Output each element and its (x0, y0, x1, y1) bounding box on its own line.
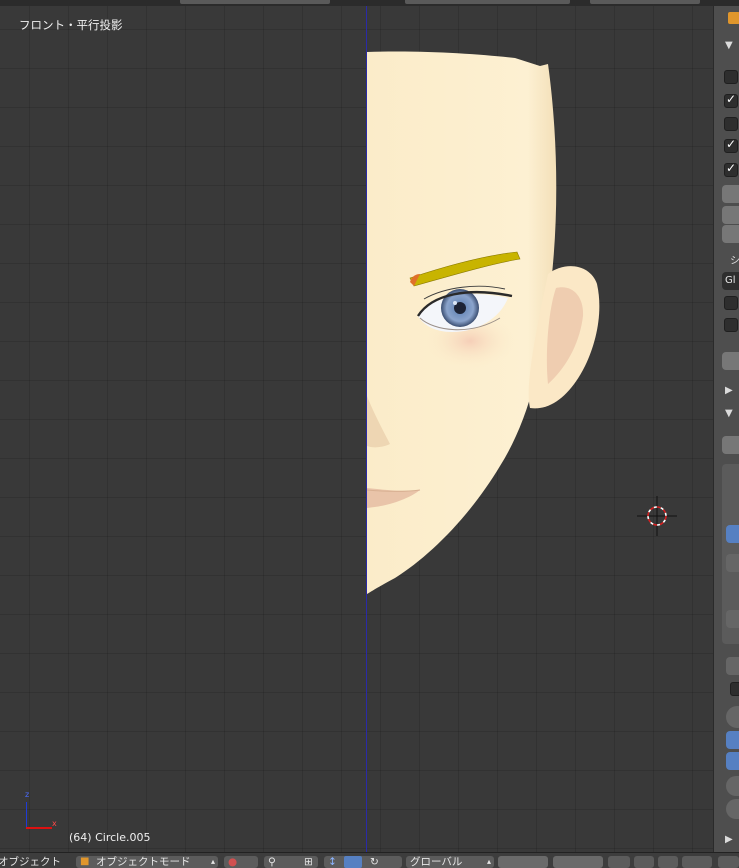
manipulator-tools[interactable]: ↕ ↻ (324, 856, 402, 868)
checkbox-3[interactable] (724, 117, 738, 131)
3d-viewport[interactable]: フロント・平行投影 z x (64) Circle.005 (0, 6, 713, 852)
proportional-edit-icon[interactable] (634, 856, 654, 868)
transform-orientation-selector[interactable]: グローバル ▴ (406, 856, 494, 868)
eye-highlight (453, 301, 457, 305)
checkbox-5[interactable] (724, 161, 738, 177)
shading-sphere-icon: ● (228, 856, 238, 868)
panel-collapse-arrow-2-icon[interactable]: ▼ (725, 408, 733, 419)
pivot-icon: ⚲ (268, 856, 276, 868)
snap-icon[interactable] (658, 856, 678, 868)
icon-button-2[interactable] (726, 610, 739, 628)
blue-toggle-3[interactable] (726, 752, 739, 770)
top-field-1[interactable] (180, 0, 330, 4)
panel-expand-arrow-2-icon[interactable]: ▶ (725, 834, 733, 845)
checkbox-8[interactable] (730, 682, 739, 696)
blue-toggle-2[interactable] (726, 731, 739, 749)
properties-panel: ▼ シ Gl ▶ ▼ ▶ (713, 6, 739, 852)
object-mode-icon: ■ (80, 856, 90, 867)
field-small[interactable] (726, 657, 739, 675)
layer-buttons-1[interactable] (498, 856, 548, 868)
mode-selector[interactable]: ■ オブジェクトモード ▴ (76, 856, 218, 868)
axis-z-label: z (25, 790, 30, 799)
radio-1[interactable] (726, 706, 739, 728)
manipulator-icon: ↕ (328, 856, 337, 868)
translate-tool-button[interactable] (344, 856, 362, 868)
radio-3[interactable] (726, 799, 739, 819)
panel-button-2[interactable] (722, 436, 739, 454)
axis-x-line (26, 827, 52, 829)
number-field-1[interactable] (722, 185, 739, 203)
3d-view-header: オブジェクト ■ オブジェクトモード ▴ ● ⚲ ⊞ ↕ ↻ グローバル ▴ (0, 852, 739, 868)
snap-target-icon[interactable] (682, 856, 712, 868)
number-field-2[interactable] (722, 206, 739, 224)
orientation-dropdown-arrow-icon: ▴ (486, 857, 491, 866)
panel-expand-arrow-icon[interactable]: ▶ (725, 385, 733, 396)
editor-menu-label[interactable]: オブジェクト (0, 856, 61, 868)
blue-toggle-1[interactable] (726, 525, 739, 543)
checkbox-4[interactable] (724, 137, 738, 153)
sidebar-dropdown[interactable]: Gl (722, 272, 739, 290)
mode-label: オブジェクトモード (96, 856, 191, 868)
render-preview-icon[interactable] (718, 856, 739, 868)
checkbox-7[interactable] (724, 318, 738, 332)
layer-buttons-2[interactable] (553, 856, 603, 868)
grid-snap-icon: ⊞ (304, 856, 313, 868)
axis-z-line (26, 802, 27, 828)
sidebar-label-1: シ (730, 256, 739, 267)
panel-collapse-arrow-icon[interactable]: ▼ (725, 40, 733, 51)
mode-dropdown-arrow-icon: ▴ (210, 857, 215, 866)
orientation-label: グローバル (410, 856, 463, 868)
checkbox-1[interactable] (724, 70, 738, 84)
view-label: フロント・平行投影 (19, 18, 123, 32)
radio-2[interactable] (726, 776, 739, 796)
rotate-tool-icon[interactable]: ↻ (370, 856, 379, 868)
number-field-3[interactable] (722, 225, 739, 243)
shading-selector[interactable]: ● (224, 856, 258, 868)
icon-button-1[interactable] (726, 554, 739, 572)
3d-cursor-icon[interactable] (637, 496, 677, 536)
pivot-selector[interactable]: ⚲ ⊞ (264, 856, 318, 868)
lock-camera-icon[interactable] (608, 856, 630, 868)
object-info-text: (64) Circle.005 (69, 831, 151, 844)
checkbox-2[interactable] (724, 92, 738, 108)
character-head-model[interactable] (0, 6, 713, 852)
panel-button-1[interactable] (722, 352, 739, 370)
axis-x-label: x (52, 819, 57, 828)
checkbox-6[interactable] (724, 296, 738, 310)
top-field-2[interactable] (405, 0, 570, 4)
object-properties-icon[interactable] (728, 12, 739, 24)
top-field-3[interactable] (590, 0, 700, 4)
